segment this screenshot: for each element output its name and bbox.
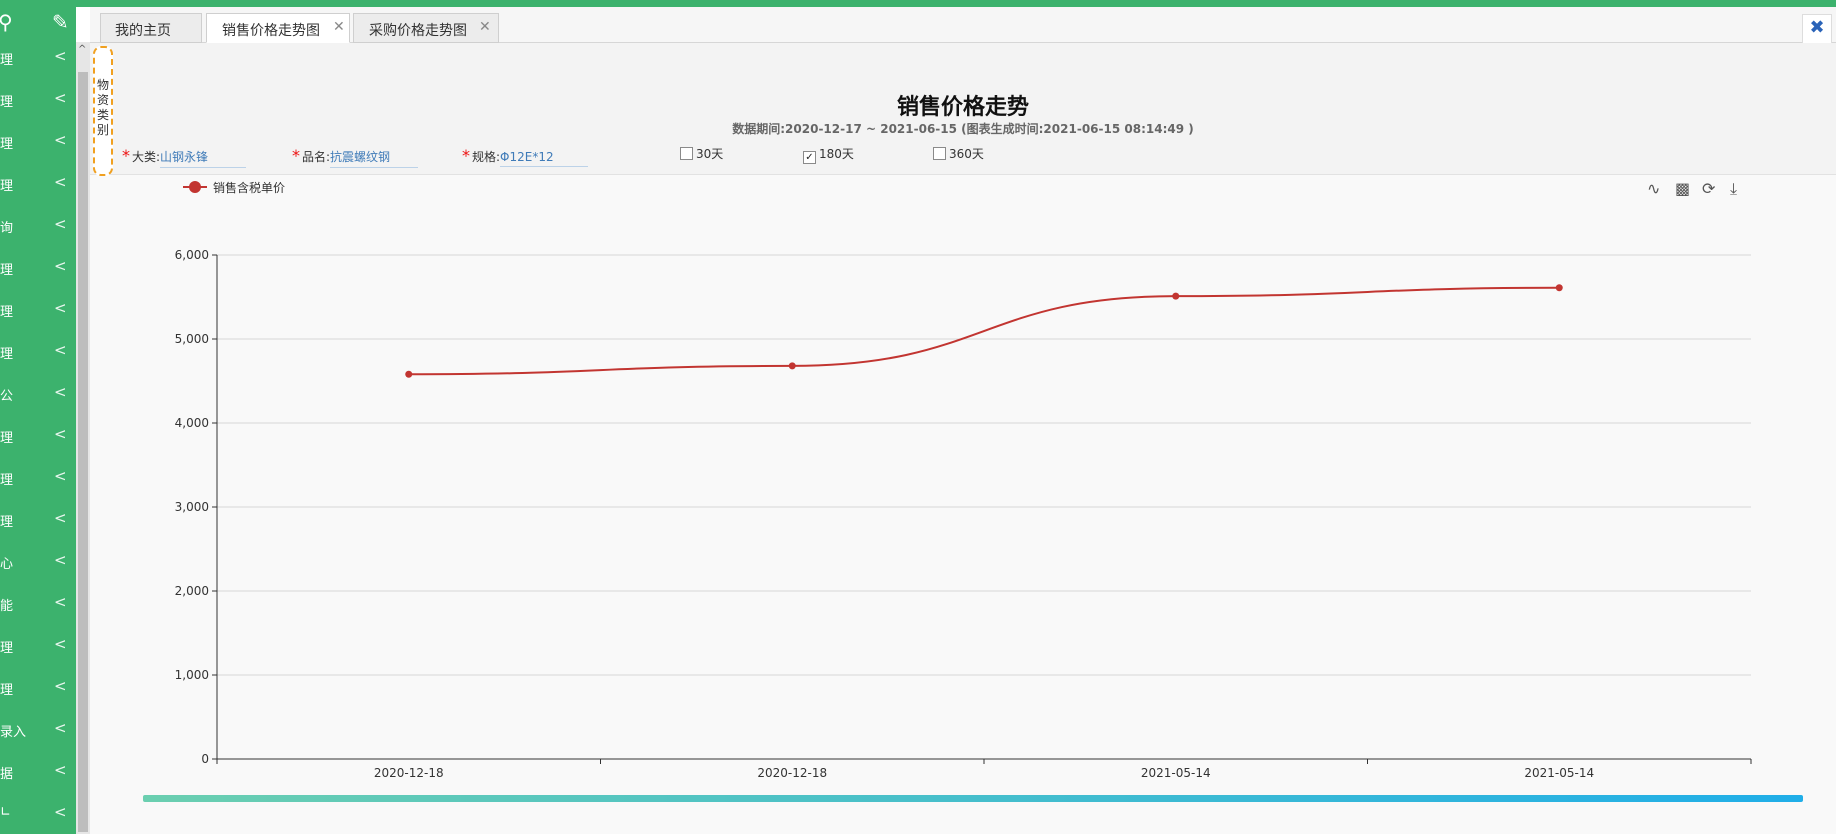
sidebar-item-label: 询 [0,221,14,236]
chevron-left-icon: < [54,383,67,401]
sidebar-item-label: 理 [0,431,14,446]
sidebar-item-label: 理 [0,137,14,152]
sidebar-item[interactable]: 理 < [0,667,76,709]
line-chart: 0 1,000 2,000 3,000 4,000 5,000 6,000 2020-12-1… [175,248,1752,780]
sidebar-item-label: 理 [0,179,14,194]
tab-label: 我的主页 [115,23,171,39]
y-tick-label: 3,000 [175,500,209,514]
data-point [788,362,796,370]
sidebar-item-label: 录入 [0,725,27,740]
y-tick-label: 6,000 [175,248,209,262]
tab-close-icon[interactable]: ✕ [479,19,491,35]
close-all-tabs-button[interactable]: ✖ [1802,14,1832,44]
sidebar-item[interactable]: 据 < [0,751,76,793]
chevron-left-icon: < [54,89,67,107]
data-zoom-slider[interactable] [143,795,1803,802]
sidebar-item[interactable]: 理 < [0,163,76,205]
sidebar-item-label: ∟ [0,805,11,820]
sidebar-item[interactable]: 理 < [0,37,76,79]
chevron-left-icon: < [54,425,67,443]
sidebar-item-label: 理 [0,95,14,110]
sidebar-item[interactable]: 理 < [0,247,76,289]
sidebar: ⚲ ✎ 理 < 理 < 理 < 理 < 询 < 理 < 理 < 理 < 公 < 理 < 理 < 理 < 心 < 能 < 理 < 理 < 录入 < 据… [0,7,76,834]
sidebar-item-label: 理 [0,53,14,68]
chevron-left-icon: < [54,131,67,149]
sidebar-item[interactable]: 理 < [0,457,76,499]
x-tick-label: 2020-12-18 [374,766,444,780]
sidebar-item-label: 心 [0,557,14,572]
sidebar-item-label: 理 [0,473,14,488]
scrollbar-thumb[interactable] [78,72,88,832]
tab-purchase-price-trend[interactable]: 采购价格走势图 ✕ [353,13,499,43]
chevron-left-icon: < [54,719,67,737]
y-tick-label: 1,000 [175,668,209,682]
main-content: 物 资 类 别 销售价格走势 数据期间:2020-12-17 ~ 2021-06… [90,43,1836,834]
top-accent-bar [0,0,1836,7]
sidebar-item[interactable]: 理 < [0,499,76,541]
add-note-icon[interactable]: ✎ [52,11,69,33]
chevron-left-icon: < [54,635,67,653]
sidebar-item[interactable]: 理 < [0,415,76,457]
sidebar-item-label: 理 [0,683,14,698]
sidebar-item[interactable]: 公 < [0,373,76,415]
sidebar-item[interactable]: ∟ < [0,793,76,834]
sidebar-item-label: 理 [0,263,14,278]
chevron-left-icon: < [54,173,67,191]
sidebar-item[interactable]: 心 < [0,541,76,583]
scroll-up-icon[interactable]: ^ [78,44,86,55]
y-tick-label: 0 [201,752,209,766]
x-tick-label: 2021-05-14 [1524,766,1594,780]
sidebar-scrollbar[interactable]: ^ [76,42,90,834]
sidebar-item[interactable]: 理 < [0,121,76,163]
data-point [1172,292,1180,300]
sidebar-item-label: 理 [0,515,14,530]
sidebar-item-label: 理 [0,347,14,362]
sidebar-item[interactable]: 理 < [0,625,76,667]
chevron-left-icon: < [54,509,67,527]
y-tick-label: 4,000 [175,416,209,430]
chevron-left-icon: < [54,47,67,65]
tab-label: 采购价格走势图 [369,23,467,39]
data-point [405,370,413,378]
chevron-left-icon: < [54,551,67,569]
sidebar-item[interactable]: 录入 < [0,709,76,751]
tab-home[interactable]: 我的主页 [100,13,202,43]
chevron-left-icon: < [54,593,67,611]
chevron-left-icon: < [54,215,67,233]
sidebar-item-label: 据 [0,767,14,782]
tab-label: 销售价格走势图 [222,23,320,39]
sidebar-item-label: 公 [0,389,14,404]
chevron-left-icon: < [54,299,67,317]
sidebar-item-label: 能 [0,599,14,614]
chevron-left-icon: < [54,803,67,821]
chevron-left-icon: < [54,677,67,695]
sidebar-item[interactable]: 理 < [0,331,76,373]
tab-close-icon[interactable]: ✕ [333,19,345,35]
sidebar-item[interactable]: 理 < [0,289,76,331]
chevron-left-icon: < [54,257,67,275]
sidebar-item-label: 理 [0,305,14,320]
sidebar-item-label: 理 [0,641,14,656]
sidebar-item[interactable]: 理 < [0,79,76,121]
chevron-left-icon: < [54,341,67,359]
y-tick-label: 5,000 [175,332,209,346]
search-list-icon[interactable]: ⚲ [0,11,13,33]
tab-sales-price-trend[interactable]: 销售价格走势图 ✕ [206,13,350,43]
chevron-left-icon: < [54,761,67,779]
sidebar-item[interactable]: 能 < [0,583,76,625]
data-point [1555,284,1563,292]
x-tick-label: 2020-12-18 [757,766,827,780]
chevron-left-icon: < [54,467,67,485]
y-tick-label: 2,000 [175,584,209,598]
x-tick-label: 2021-05-14 [1141,766,1211,780]
series-line [408,286,1560,376]
tab-bar: 我的主页 销售价格走势图 ✕ 采购价格走势图 ✕ ✖ [90,7,1836,44]
sidebar-item[interactable]: 询 < [0,205,76,247]
